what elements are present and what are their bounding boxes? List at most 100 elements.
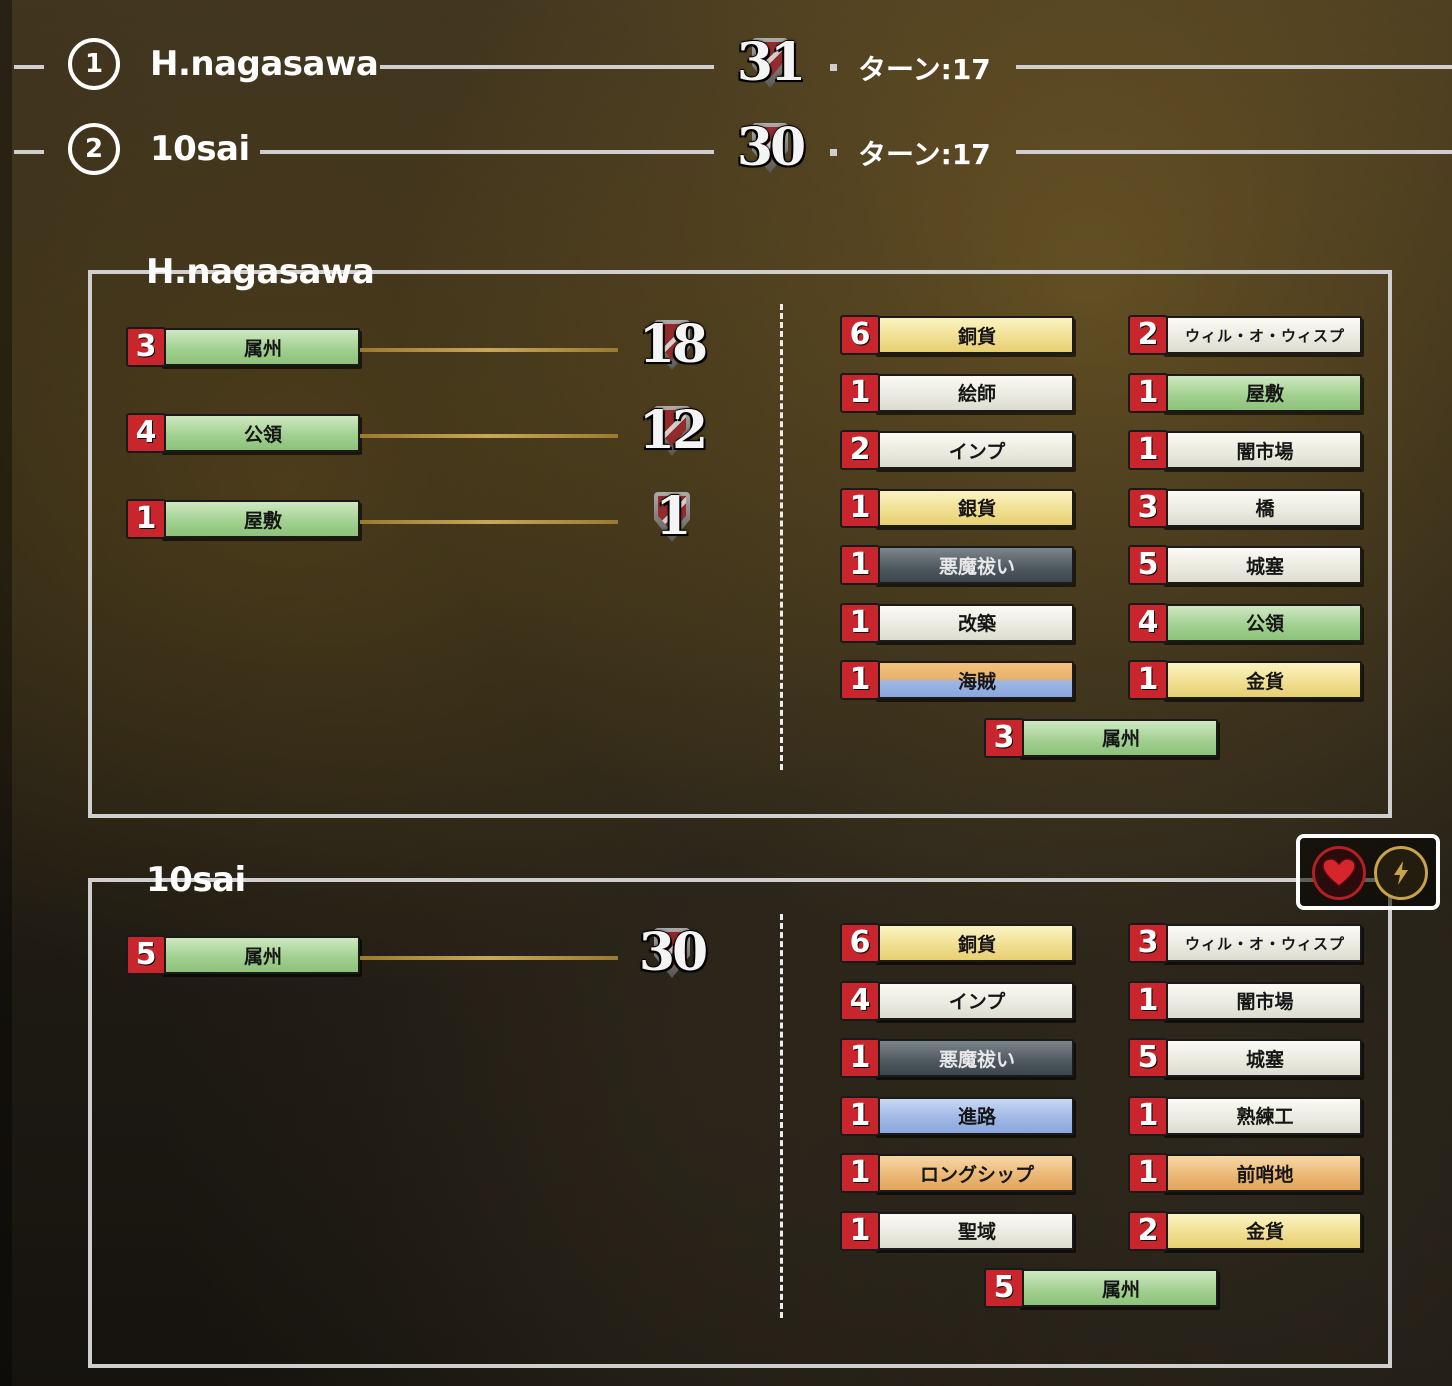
card-chip[interactable]: 6 銅貨 — [840, 314, 1076, 356]
card-name: 銅貨 — [874, 924, 1074, 962]
card-chip[interactable]: 1 悪魔祓い — [840, 544, 1076, 586]
card-chip[interactable]: 1 進路 — [840, 1095, 1076, 1137]
card-chip[interactable]: 1 銀貨 — [840, 487, 1076, 529]
card-chip[interactable]: 1 聖域 — [840, 1210, 1076, 1252]
card-count: 1 — [840, 487, 880, 528]
separator-dot — [830, 64, 837, 71]
card-name: ウィル・オ・ウィスプ — [1162, 316, 1362, 354]
card-name: インプ — [874, 981, 1074, 1020]
player-panel-10sai: 10sai 5 属州 30 6 銅貨 4 インプ 1 悪魔祓い 1 進路 1 ロングシップ 1 聖域 3ウ… — [88, 860, 1392, 1368]
card-chip[interactable]: 4 インプ — [840, 980, 1076, 1022]
vp-points: 30 — [638, 922, 708, 983]
card-chip[interactable]: 1 熟練工 — [1128, 1095, 1364, 1137]
card-count: 3 — [126, 327, 166, 367]
card-chip[interactable]: 1 前哨地 — [1128, 1152, 1364, 1194]
card-name: 公領 — [160, 414, 360, 452]
card-count: 5 — [1128, 545, 1168, 585]
card-chip[interactable]: 2 金貨 — [1128, 1210, 1364, 1252]
card-chip[interactable]: 1 海賊 — [840, 659, 1076, 701]
card-count: 1 — [840, 372, 880, 413]
score-value: 30 — [736, 117, 806, 178]
card-chip[interactable]: 4 公領 — [126, 412, 362, 454]
card-chip[interactable]: 3 属州 — [126, 326, 362, 368]
card-chip[interactable]: 3 ウィル・オ・ウィスプ — [1128, 922, 1364, 964]
card-chip[interactable]: 1 悪魔祓い — [840, 1037, 1076, 1079]
card-count: 3 — [984, 717, 1024, 758]
card-name: 改築 — [874, 603, 1074, 642]
card-chip[interactable]: 5 城塞 — [1128, 1037, 1364, 1079]
card-chip[interactable]: 1 絵師 — [840, 372, 1076, 414]
card-count: 1 — [1128, 1153, 1168, 1193]
lightning-button[interactable] — [1374, 846, 1428, 900]
card-name: ロングシップ — [874, 1154, 1074, 1192]
card-count: 1 — [126, 499, 166, 539]
heart-button[interactable] — [1312, 846, 1366, 900]
card-chip[interactable]: 4 公領 — [1128, 602, 1364, 644]
card-count: 3 — [1128, 923, 1168, 963]
left-edge — [0, 0, 12, 1386]
card-name: 金貨 — [1162, 661, 1362, 699]
card-chip[interactable]: 1 屋敷 — [126, 498, 362, 540]
panel-title: H.nagasawa — [146, 252, 375, 292]
card-count: 4 — [1128, 602, 1168, 643]
card-count: 1 — [1128, 660, 1168, 700]
rank-line — [1016, 65, 1452, 69]
card-chip[interactable]: 6 銅貨 — [840, 922, 1076, 964]
vp-connector — [360, 956, 618, 960]
card-name: 悪魔祓い — [874, 546, 1074, 584]
vp-connector — [360, 520, 618, 524]
lightning-icon — [1394, 861, 1408, 885]
card-name: 前哨地 — [1162, 1154, 1362, 1192]
card-name: 屋敷 — [160, 500, 360, 538]
card-chip[interactable]: 1 ロングシップ — [840, 1152, 1076, 1194]
card-name: 聖域 — [874, 1211, 1074, 1250]
card-chip[interactable]: 3 属州 — [984, 717, 1220, 759]
card-count: 6 — [840, 315, 880, 355]
score-shield: 31 — [730, 32, 810, 96]
rank-badge: 2 — [68, 123, 120, 175]
rank-line — [14, 150, 44, 154]
card-chip[interactable]: 5 属州 — [126, 934, 362, 976]
card-count: 2 — [1128, 1210, 1168, 1251]
player-panel-h-nagasawa: H.nagasawa 3 属州 18 4 公領 12 1 屋敷 1 6 銅貨 1 絵師 2 インプ 1 銀貨 1… — [88, 252, 1392, 818]
separator-dot — [830, 149, 837, 156]
card-chip[interactable]: 1 改築 — [840, 602, 1076, 644]
card-chip[interactable]: 5 城塞 — [1128, 544, 1364, 586]
vp-points: 1 — [655, 486, 691, 547]
card-chip[interactable]: 1 闇市場 — [1128, 429, 1364, 471]
card-count: 1 — [840, 545, 880, 585]
vp-shield: 1 — [632, 486, 712, 550]
card-name: 属州 — [1018, 718, 1218, 757]
card-chip[interactable]: 1 金貨 — [1128, 659, 1364, 701]
card-name: 城塞 — [1162, 546, 1362, 584]
card-chip[interactable]: 5 属州 — [984, 1267, 1220, 1309]
card-name: 闇市場 — [1162, 981, 1362, 1020]
card-chip[interactable]: 3橋 — [1128, 487, 1364, 529]
turn-label: ターン:17 — [858, 133, 991, 173]
card-name: 屋敷 — [1162, 373, 1362, 412]
rank-line — [1016, 150, 1452, 154]
card-count: 4 — [840, 980, 880, 1021]
vp-points: 12 — [638, 400, 708, 461]
card-count: 1 — [840, 602, 880, 643]
card-name: インプ — [874, 431, 1074, 469]
reaction-buttons — [1296, 834, 1440, 910]
card-count: 1 — [840, 1210, 880, 1251]
dashed-divider — [780, 304, 783, 770]
vp-points: 18 — [638, 314, 708, 375]
vp-shield: 12 — [632, 400, 712, 464]
card-name: 金貨 — [1162, 1211, 1362, 1250]
rank-line — [14, 65, 44, 69]
card-count: 2 — [1128, 315, 1168, 355]
card-name: 城塞 — [1162, 1039, 1362, 1077]
rank-badge: 1 — [68, 38, 120, 90]
card-chip[interactable]: 1 屋敷 — [1128, 372, 1364, 414]
card-chip[interactable]: 1 闇市場 — [1128, 980, 1364, 1022]
vp-shield: 30 — [632, 922, 712, 986]
turn-prefix: ターン: — [858, 53, 952, 86]
card-name: 属州 — [1018, 1269, 1218, 1307]
card-count: 1 — [1128, 372, 1168, 413]
card-count: 4 — [126, 413, 166, 453]
card-chip[interactable]: 2 インプ — [840, 429, 1076, 471]
card-chip[interactable]: 2 ウィル・オ・ウィスプ — [1128, 314, 1364, 356]
